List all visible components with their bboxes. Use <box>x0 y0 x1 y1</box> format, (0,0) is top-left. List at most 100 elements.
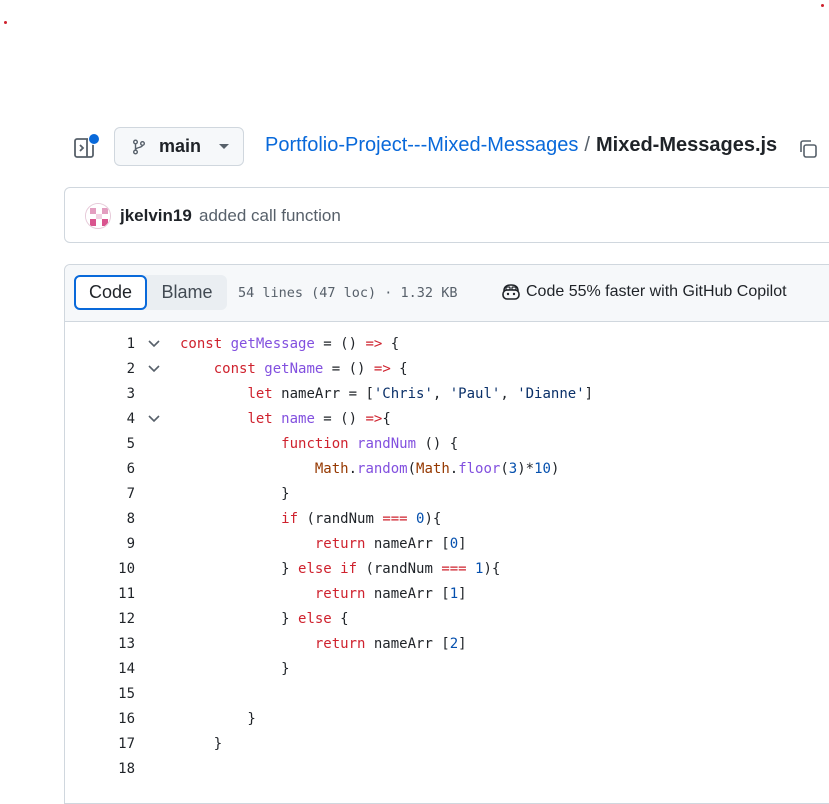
line-number[interactable]: 13 <box>65 632 135 657</box>
line-number[interactable]: 10 <box>65 557 135 582</box>
code-line: 12 } else { <box>65 607 829 632</box>
code-token: => <box>365 336 383 352</box>
fold-chevron-icon[interactable] <box>148 365 160 373</box>
code-line: 5 function randNum () { <box>65 432 829 457</box>
line-number[interactable]: 4 <box>65 407 135 432</box>
code-token: ] <box>458 586 467 602</box>
code-token: } <box>180 611 299 627</box>
avatar[interactable] <box>85 203 111 229</box>
code-text: } else if (randNum === 1){ <box>180 557 500 582</box>
code-text: const getMessage = () => { <box>180 332 399 357</box>
code-token: ( <box>500 461 509 477</box>
code-text: return nameArr [1] <box>180 582 467 607</box>
code-token: ){ <box>424 511 442 527</box>
code-token: getMessage <box>230 336 315 352</box>
code-token: (randNum <box>365 561 442 577</box>
line-number[interactable]: 11 <box>65 582 135 607</box>
code-token: 2 <box>449 636 459 652</box>
code-line: 3 let nameArr = ['Chris', 'Paul', 'Diann… <box>65 382 829 407</box>
code-token: = () <box>314 411 366 427</box>
code-token: } <box>180 736 223 752</box>
code-token: { <box>382 411 391 427</box>
code-text: return nameArr [0] <box>180 532 467 557</box>
code-token: (randNum <box>306 511 383 527</box>
code-token: let <box>247 386 282 402</box>
fold-chevron-icon[interactable] <box>148 415 160 423</box>
code-text: return nameArr [2] <box>180 632 467 657</box>
line-number[interactable]: 6 <box>65 457 135 482</box>
code-text: function randNum () { <box>180 432 458 457</box>
code-token: ( <box>407 461 417 477</box>
line-number[interactable]: 8 <box>65 507 135 532</box>
tab-blame[interactable]: Blame <box>147 275 227 310</box>
line-number[interactable]: 3 <box>65 382 135 407</box>
line-number[interactable]: 7 <box>65 482 135 507</box>
file-header: Code Blame 54 lines (47 loc) · 1.32 KB C… <box>65 265 829 322</box>
breadcrumb-repo-link[interactable]: Portfolio-Project---Mixed-Messages <box>265 134 578 157</box>
code-token: { <box>382 336 400 352</box>
code-token: ] <box>584 386 594 402</box>
breadcrumb: Portfolio-Project---Mixed-Messages / Mix… <box>265 134 777 157</box>
code-text: let nameArr = ['Chris', 'Paul', 'Dianne'… <box>180 382 593 407</box>
breadcrumb-file-name: Mixed-Messages.js <box>595 134 778 156</box>
line-number[interactable]: 17 <box>65 732 135 757</box>
code-token: 3 <box>508 461 518 477</box>
code-token: const <box>213 361 265 377</box>
code-token: 0 <box>449 536 459 552</box>
code-token: else <box>298 611 341 627</box>
code-token: => <box>373 361 391 377</box>
copilot-promo-link[interactable]: Code 55% faster with GitHub Copilot <box>501 283 787 301</box>
code-text: } <box>180 707 256 732</box>
code-token: Math <box>416 461 450 477</box>
code-line: 2 const getName = () => { <box>65 357 829 382</box>
copy-icon <box>800 140 817 158</box>
code-token: 'Dianne' <box>517 386 585 402</box>
copilot-promo-text: Code 55% faster with GitHub Copilot <box>526 283 787 300</box>
branch-selector-button[interactable]: main <box>114 127 244 166</box>
line-number[interactable]: 18 <box>65 757 135 782</box>
code-token: 10 <box>534 461 551 477</box>
latest-commit-box: jkelvin19 added call function <box>64 187 829 243</box>
code-text: const getName = () => { <box>180 357 408 382</box>
code-token: = () <box>323 361 374 377</box>
copilot-icon <box>502 284 520 300</box>
line-number[interactable]: 5 <box>65 432 135 457</box>
code-line: 9 return nameArr [0] <box>65 532 829 557</box>
code-token: nameArr [ <box>373 536 450 552</box>
code-token: } <box>180 711 256 727</box>
code-token: nameArr = [ <box>281 386 374 402</box>
code-token: )* <box>517 461 535 477</box>
line-number[interactable]: 1 <box>65 332 135 357</box>
fold-chevron-icon[interactable] <box>148 340 160 348</box>
tab-code[interactable]: Code <box>74 275 147 310</box>
line-number[interactable]: 2 <box>65 357 135 382</box>
file-stats: 54 lines (47 loc) · 1.32 KB <box>238 285 458 301</box>
code-token: ) <box>550 461 560 477</box>
line-number[interactable]: 15 <box>65 682 135 707</box>
code-line: 18 <box>65 757 829 782</box>
code-token: if <box>281 511 307 527</box>
code-token: 'Chris' <box>373 386 433 402</box>
copy-path-button[interactable] <box>797 138 819 160</box>
code-token: ){ <box>483 561 501 577</box>
commit-message-link[interactable]: added call function <box>199 206 341 226</box>
code-token: name <box>281 411 315 427</box>
line-number[interactable]: 12 <box>65 607 135 632</box>
red-dot-right <box>821 4 824 7</box>
line-number[interactable]: 16 <box>65 707 135 732</box>
identicon-avatar-icon <box>86 204 110 228</box>
code-token: const <box>180 336 231 352</box>
code-token: else if <box>298 561 366 577</box>
line-number[interactable]: 14 <box>65 657 135 682</box>
line-number[interactable]: 9 <box>65 532 135 557</box>
code-text: } <box>180 732 222 757</box>
file-viewer: Code Blame 54 lines (47 loc) · 1.32 KB C… <box>64 264 829 804</box>
commit-author-link[interactable]: jkelvin19 <box>120 206 192 226</box>
code-token: ] <box>458 536 467 552</box>
